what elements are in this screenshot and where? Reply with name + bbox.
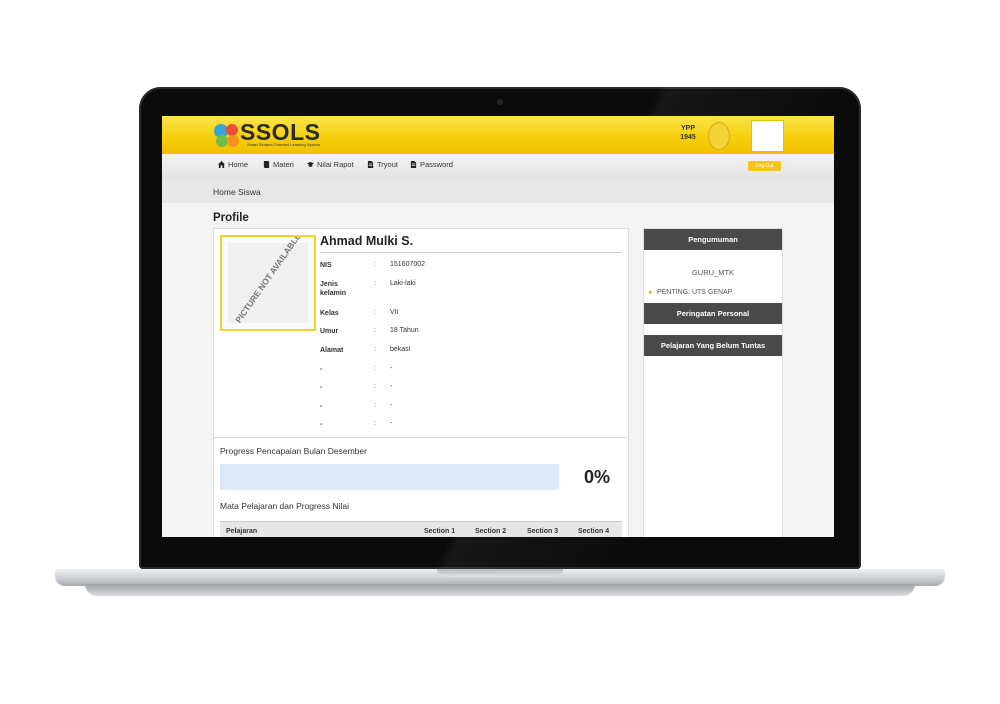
graduation-cap-icon (307, 161, 314, 167)
incomplete-header: Pelajaran Yang Belum Tuntas (644, 335, 782, 356)
nav-item-home[interactable]: Home (218, 160, 248, 169)
subjects-table-header: Pelajaran Section 1 Section 2 Section 3 … (220, 521, 622, 537)
nav-label: Password (420, 160, 453, 169)
progress-bar (220, 464, 559, 490)
site-header: SSOLS Smart Student Oriented Learning Sy… (162, 116, 834, 154)
ssols-logo-icon (214, 124, 239, 147)
warning-header: Peringatan Personal (644, 303, 782, 324)
nav-label: Nilai Rapot (317, 160, 354, 169)
school-logo-icon (751, 120, 784, 152)
info-label: - (320, 403, 323, 410)
logout-button[interactable]: Log Out (748, 161, 781, 171)
nav-item-nilai-rapot[interactable]: Nilai Rapot (307, 160, 354, 169)
subjects-title: Mata Pelajaran dan Progress Nilai (220, 501, 349, 511)
announcement-header: Pengumuman (644, 229, 782, 250)
student-name: Ahmad Mulki S. (320, 234, 414, 248)
info-value: - (390, 420, 393, 427)
divider (214, 437, 628, 438)
navbar: Home Materi Nilai Rapot Tryout Password … (162, 154, 834, 179)
column-header: Section 1 (424, 528, 456, 535)
home-icon (218, 161, 225, 168)
camera-icon (497, 99, 503, 105)
info-label: Kelas (320, 310, 339, 317)
info-label: - (320, 421, 323, 428)
info-value: - (390, 383, 393, 390)
nav-item-password[interactable]: Password (410, 160, 453, 169)
nav-label: Materi (273, 160, 294, 169)
ypp-logo: YPP 1945 (672, 122, 732, 150)
logo-subtitle: Smart Student Oriented Learning System (247, 142, 321, 147)
document-icon (367, 161, 374, 168)
info-label: Alamat (320, 347, 344, 354)
ypp-year: 1945 (680, 134, 696, 141)
column-header: Pelajaran (226, 528, 258, 535)
info-label: Jenis kelamin (320, 281, 347, 297)
nav-item-materi[interactable]: Materi (263, 160, 294, 169)
info-label: NIS (320, 262, 332, 269)
column-header: Section 3 (527, 528, 559, 535)
info-value: 18 Tahun (390, 327, 419, 334)
bullet-icon: ► (648, 289, 654, 296)
announcement-item[interactable]: ► PENTING: UTS GENAP (648, 289, 732, 296)
divider (320, 252, 622, 253)
progress-title: Progress Pencapaian Bulan Desember (220, 446, 367, 456)
column-header: Section 4 (578, 528, 610, 535)
nav-label: Tryout (377, 160, 398, 169)
announcement-text: PENTING: UTS GENAP (656, 289, 733, 296)
ypp-text: YPP (680, 125, 695, 132)
info-value: - (390, 365, 393, 372)
announcement-user: GURU_MTK (691, 268, 735, 277)
info-label: Umur (320, 328, 339, 335)
progress-percent: 0% (584, 467, 611, 487)
nav-label: Home (228, 160, 249, 169)
document-icon (410, 161, 417, 168)
main-content: Profile PICTURE NOT AVAILABLE Ahmad Mulk… (162, 203, 834, 537)
profile-card: PICTURE NOT AVAILABLE Ahmad Mulki S. NIS… (213, 228, 629, 537)
info-value: 151607002 (390, 261, 426, 268)
profile-photo: PICTURE NOT AVAILABLE (220, 235, 316, 331)
info-value: VII (390, 309, 399, 316)
breadcrumb-bar: Home Siswa (162, 178, 834, 203)
book-icon (263, 161, 270, 168)
laptop-base-bottom (85, 584, 915, 596)
breadcrumb[interactable]: Home Siswa (213, 187, 261, 197)
info-label: - (320, 384, 323, 391)
info-value: - (390, 402, 393, 409)
screen: SSOLS Smart Student Oriented Learning Sy… (162, 116, 834, 537)
info-label: - (320, 366, 323, 373)
info-value: bekasi (390, 346, 411, 353)
laptop-notch (437, 569, 563, 577)
ypp-emblem-icon (708, 122, 730, 150)
info-value: Laki-laki (390, 280, 416, 287)
sidebar: Pengumuman GURU_MTK ► PENTING: UTS GENAP… (643, 228, 783, 537)
column-header: Section 2 (475, 528, 507, 535)
page-title: Profile (213, 212, 249, 224)
nav-item-tryout[interactable]: Tryout (367, 160, 398, 169)
